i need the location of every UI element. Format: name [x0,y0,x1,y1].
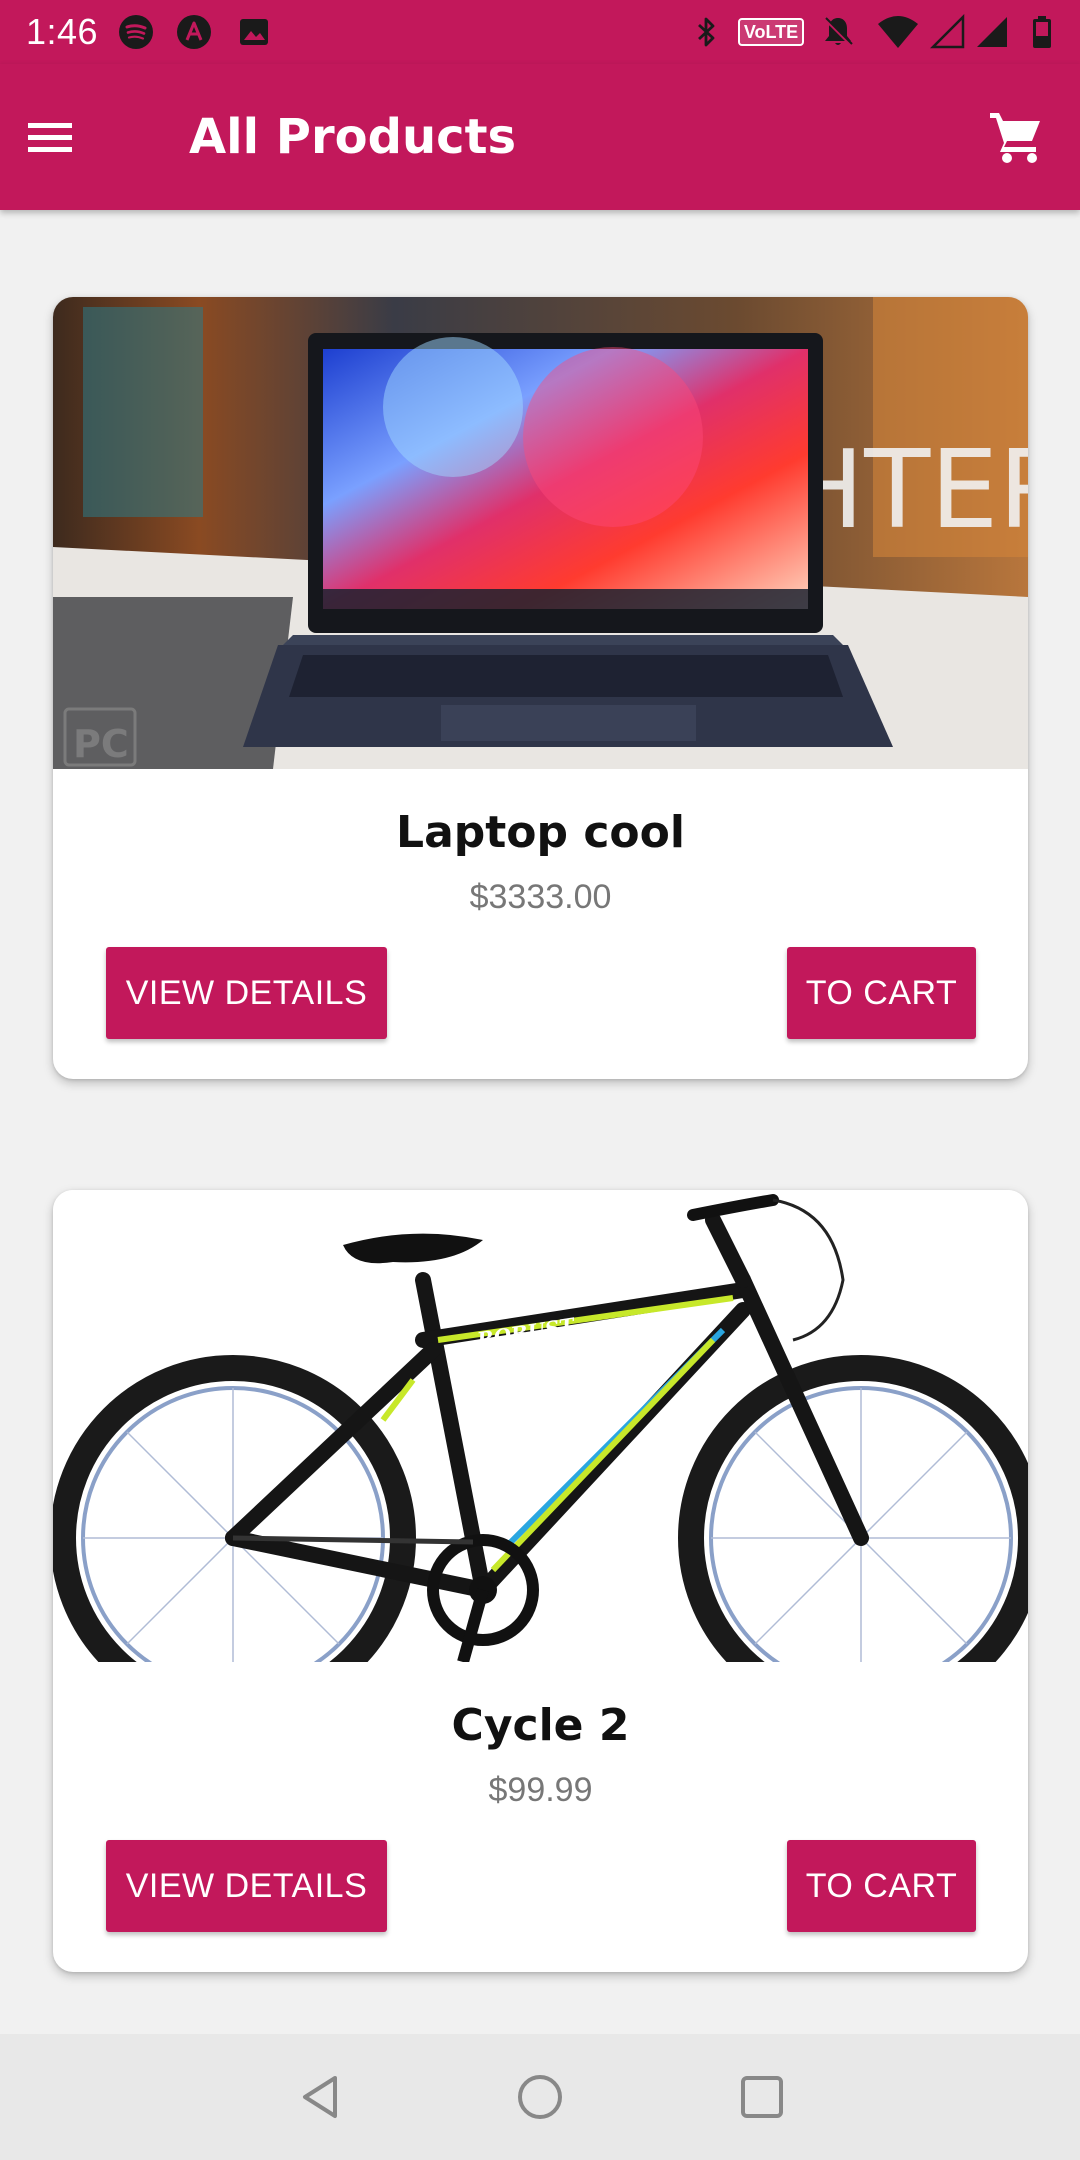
product-price: $3333.00 [469,878,612,916]
page-title: All Products [189,109,517,165]
gallery-icon [240,19,268,45]
product-image-laptop: HTER PC [53,297,1028,769]
bluetooth-icon [698,17,715,47]
volte-icon: VoLTE [738,18,804,46]
to-cart-button[interactable]: TO CART [787,1840,976,1932]
product-name: Cycle 2 [451,1700,630,1751]
app-icon [177,15,211,49]
product-name: Laptop cool [396,807,685,858]
home-icon[interactable] [515,2072,565,2122]
cart-icon[interactable] [986,107,1046,167]
signal-icon [977,17,1007,47]
app-bar: All Products [0,64,1080,210]
product-card: HTER PC Laptop cool $3333.00 VIEW DETAIL… [53,297,1028,1079]
status-time: 1:46 [26,11,99,52]
mute-icon [823,17,853,47]
product-card: HYBIRD ROBUST Cycle 2 $99.99 VIEW DETAIL… [53,1190,1028,1972]
recents-icon[interactable] [737,2072,787,2122]
view-details-button[interactable]: VIEW DETAILS [106,947,387,1039]
spotify-icon [119,15,153,49]
wifi-icon [878,16,918,48]
product-image-cycle: HYBIRD ROBUST [53,1190,1028,1662]
view-details-button[interactable]: VIEW DETAILS [106,1840,387,1932]
back-icon[interactable] [295,2072,345,2122]
status-bar: 1:46 VoLTE [0,0,1080,64]
battery-icon [1033,16,1051,48]
navigation-bar [0,2034,1080,2160]
to-cart-button[interactable]: TO CART [787,947,976,1039]
signal-icon [930,14,965,49]
image-watermark: PC [73,722,129,766]
menu-icon[interactable] [22,109,78,165]
product-price: $99.99 [488,1771,593,1809]
